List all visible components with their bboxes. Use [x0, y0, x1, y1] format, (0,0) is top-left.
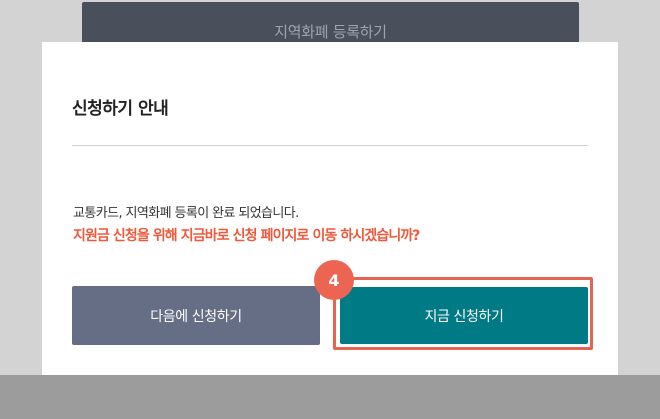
registration-complete-message: 교통카드, 지역화폐 등록이 완료 되었습니다.: [73, 206, 299, 221]
modal-title: 신청하기 안내: [72, 99, 169, 119]
apply-later-button[interactable]: 다음에 신청하기: [72, 286, 320, 345]
step-number-badge: 4: [314, 260, 354, 300]
modal-divider: [72, 145, 588, 146]
apply-now-button[interactable]: 지금 신청하기: [340, 287, 588, 344]
apply-now-question: 지원금 신청을 위해 지금바로 신청 페이지로 이동 하시겠습니까?: [73, 228, 420, 244]
apply-guide-modal: 신청하기 안내 교통카드, 지역화폐 등록이 완료 되었습니다. 지원금 신청을…: [42, 42, 618, 375]
